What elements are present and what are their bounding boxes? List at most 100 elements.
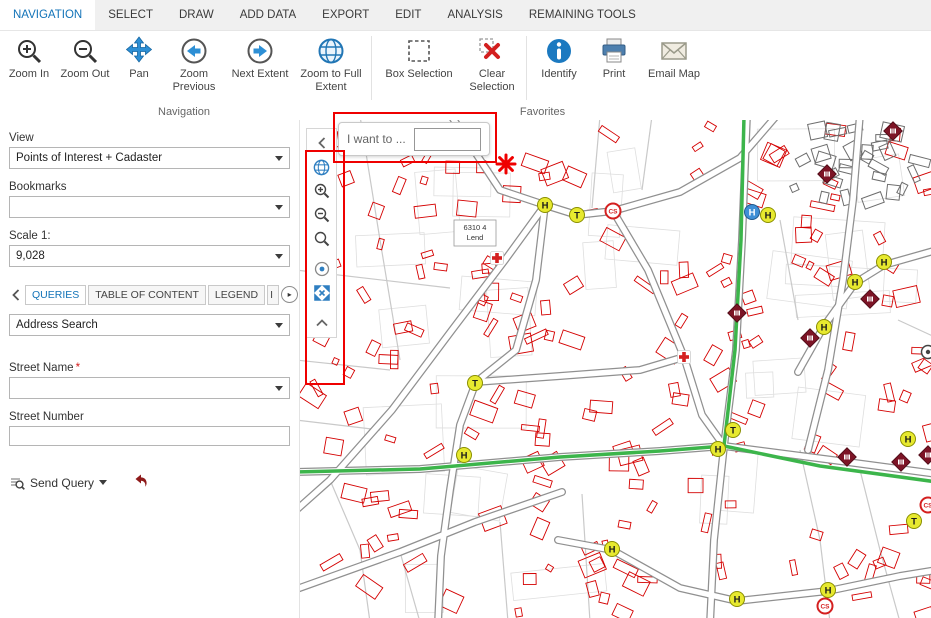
svg-text:CS: CS: [608, 209, 618, 216]
send-query-row: Send Query: [9, 472, 290, 493]
ribbon-group-navigation: Zoom InZoom OutPanZoom PreviousNext Exte…: [0, 31, 368, 120]
ribbon-button-label: Pan: [129, 68, 149, 81]
map-active-tool-button[interactable]: [309, 257, 334, 281]
map-marker-hb[interactable]: H: [745, 205, 760, 220]
bookmarks-dropdown[interactable]: [9, 196, 290, 218]
map-marker-h[interactable]: H: [711, 442, 726, 457]
undo-arrow-icon: [133, 472, 149, 488]
menu-tab-add-data[interactable]: ADD DATA: [227, 0, 309, 30]
map-marker-cs[interactable]: CS: [921, 498, 931, 513]
i-want-to-search-widget[interactable]: I want to ...: [338, 122, 490, 156]
ribbon-group-label-favorites: Favorites: [375, 106, 710, 118]
expand-arrows-icon: [313, 284, 331, 302]
map-marker-h[interactable]: H: [761, 208, 776, 223]
box-selection-icon: [404, 36, 434, 66]
panel-tab-table-of-content[interactable]: TABLE OF CONTENT: [88, 285, 206, 305]
svg-text:H: H: [461, 450, 468, 461]
map-marker-t[interactable]: T: [726, 423, 741, 438]
map-marker-h[interactable]: H: [457, 448, 472, 463]
sidebar-panel: View Points of Interest + Cadaster Bookm…: [0, 120, 300, 618]
menu-tab-select[interactable]: SELECT: [95, 0, 166, 30]
map-globe-button[interactable]: [309, 155, 334, 179]
menu-tab-export[interactable]: EXPORT: [309, 0, 382, 30]
clear-selection-icon: [477, 36, 507, 66]
map-marker-h[interactable]: H: [848, 275, 863, 290]
map-marker-h[interactable]: H: [901, 432, 916, 447]
ribbon: Zoom InZoom OutPanZoom PreviousNext Exte…: [0, 31, 931, 121]
svg-text:H: H: [715, 444, 722, 455]
zoom-full-extent-icon: [316, 36, 346, 66]
svg-text:H: H: [542, 200, 549, 211]
next-extent-icon: [245, 36, 275, 66]
ribbon-button-label: Box Selection: [385, 68, 452, 81]
zoom-in-icon: [14, 36, 44, 66]
zoom-in-icon: [313, 182, 331, 200]
email-map-icon: [659, 36, 689, 66]
identify-icon: [544, 36, 574, 66]
ribbon-button-label: Zoom to Full Extent: [299, 68, 363, 93]
svg-text:H: H: [825, 585, 832, 596]
panel-tabs-scroll-left-button[interactable]: [9, 284, 23, 305]
map-full-extent-button[interactable]: [309, 281, 334, 305]
menu-tab-draw[interactable]: DRAW: [166, 0, 227, 30]
map-zoom-box-button[interactable]: [309, 227, 334, 251]
map-marker-t[interactable]: T: [570, 208, 585, 223]
menu-bar: NAVIGATIONSELECTDRAWADD DATAEXPORTEDITAN…: [0, 0, 931, 31]
svg-text:T: T: [574, 210, 580, 221]
map-toolbar-collapse-button[interactable]: [309, 311, 334, 335]
map-viewport[interactable]: 6310 4LendHTCSHHHHHTTHHHTHCSHHCS I want …: [300, 120, 931, 618]
map-canvas[interactable]: 6310 4LendHTCSHHHHHTTHHHTHCSHHCS: [300, 120, 931, 618]
svg-text:H: H: [852, 277, 859, 288]
panel-tab-i[interactable]: I: [267, 285, 279, 305]
menu-tab-edit[interactable]: EDIT: [382, 0, 434, 30]
map-marker-t[interactable]: T: [907, 514, 922, 529]
svg-text:T: T: [730, 425, 736, 436]
ribbon-button-label: Next Extent: [232, 68, 289, 81]
map-marker-h[interactable]: H: [730, 592, 745, 607]
send-query-button[interactable]: Send Query: [9, 475, 107, 491]
menu-tab-analysis[interactable]: ANALYSIS: [434, 0, 515, 30]
map-marker-h[interactable]: H: [605, 542, 620, 557]
map-marker-h[interactable]: H: [817, 320, 832, 335]
street-number-input[interactable]: [9, 426, 290, 446]
map-marker-cs[interactable]: CS: [606, 204, 621, 219]
zoom-out-icon: [70, 36, 100, 66]
map-zoom-in-button[interactable]: [309, 179, 334, 203]
chevron-down-icon: [99, 480, 107, 485]
view-label: View: [9, 132, 290, 144]
svg-text:H: H: [905, 434, 912, 445]
scale-dropdown[interactable]: 9,028: [9, 245, 290, 267]
map-marker-h[interactable]: H: [821, 583, 836, 598]
street-name-dropdown[interactable]: [9, 377, 290, 399]
map-marker-aid[interactable]: [491, 252, 504, 265]
chevron-left-icon: [318, 137, 326, 149]
map-marker-h[interactable]: H: [877, 255, 892, 270]
panel-tabs-next-button[interactable]: ▸: [281, 286, 298, 303]
svg-text:Lend: Lend: [467, 233, 484, 242]
map-marker-t[interactable]: T: [468, 376, 483, 391]
chevron-left-icon: [12, 289, 20, 301]
map-marker-aid[interactable]: [678, 351, 691, 364]
map-marker-tgt[interactable]: [922, 346, 931, 359]
query-search-icon: [9, 475, 25, 491]
pan-icon: [124, 36, 154, 66]
map-zoom-out-button[interactable]: [309, 203, 334, 227]
ribbon-group-favorites: Box SelectionClear SelectionIdentifyPrin…: [375, 31, 710, 120]
svg-text:6310 4: 6310 4: [464, 223, 487, 232]
ribbon-button-label: Email Map: [648, 68, 700, 81]
menu-tab-navigation[interactable]: NAVIGATION: [0, 0, 95, 30]
panel-tab-legend[interactable]: LEGEND: [208, 285, 265, 305]
i-want-to-input[interactable]: [414, 128, 481, 151]
undo-query-button[interactable]: [133, 472, 149, 493]
ribbon-separator: [526, 36, 527, 100]
panel-tab-queries[interactable]: QUERIES: [25, 285, 86, 305]
map-marker-h[interactable]: H: [538, 198, 553, 213]
ribbon-button-label: Zoom Previous: [167, 68, 221, 93]
map-marker-cs[interactable]: CS: [818, 599, 833, 614]
chevron-down-icon: [275, 156, 283, 161]
svg-text:H: H: [734, 594, 741, 605]
menu-tab-remaining-tools[interactable]: REMAINING TOOLS: [516, 0, 649, 30]
collapse-panel-button[interactable]: [309, 131, 334, 155]
query-type-dropdown[interactable]: Address Search: [9, 314, 290, 336]
view-dropdown[interactable]: Points of Interest + Cadaster: [9, 147, 290, 169]
